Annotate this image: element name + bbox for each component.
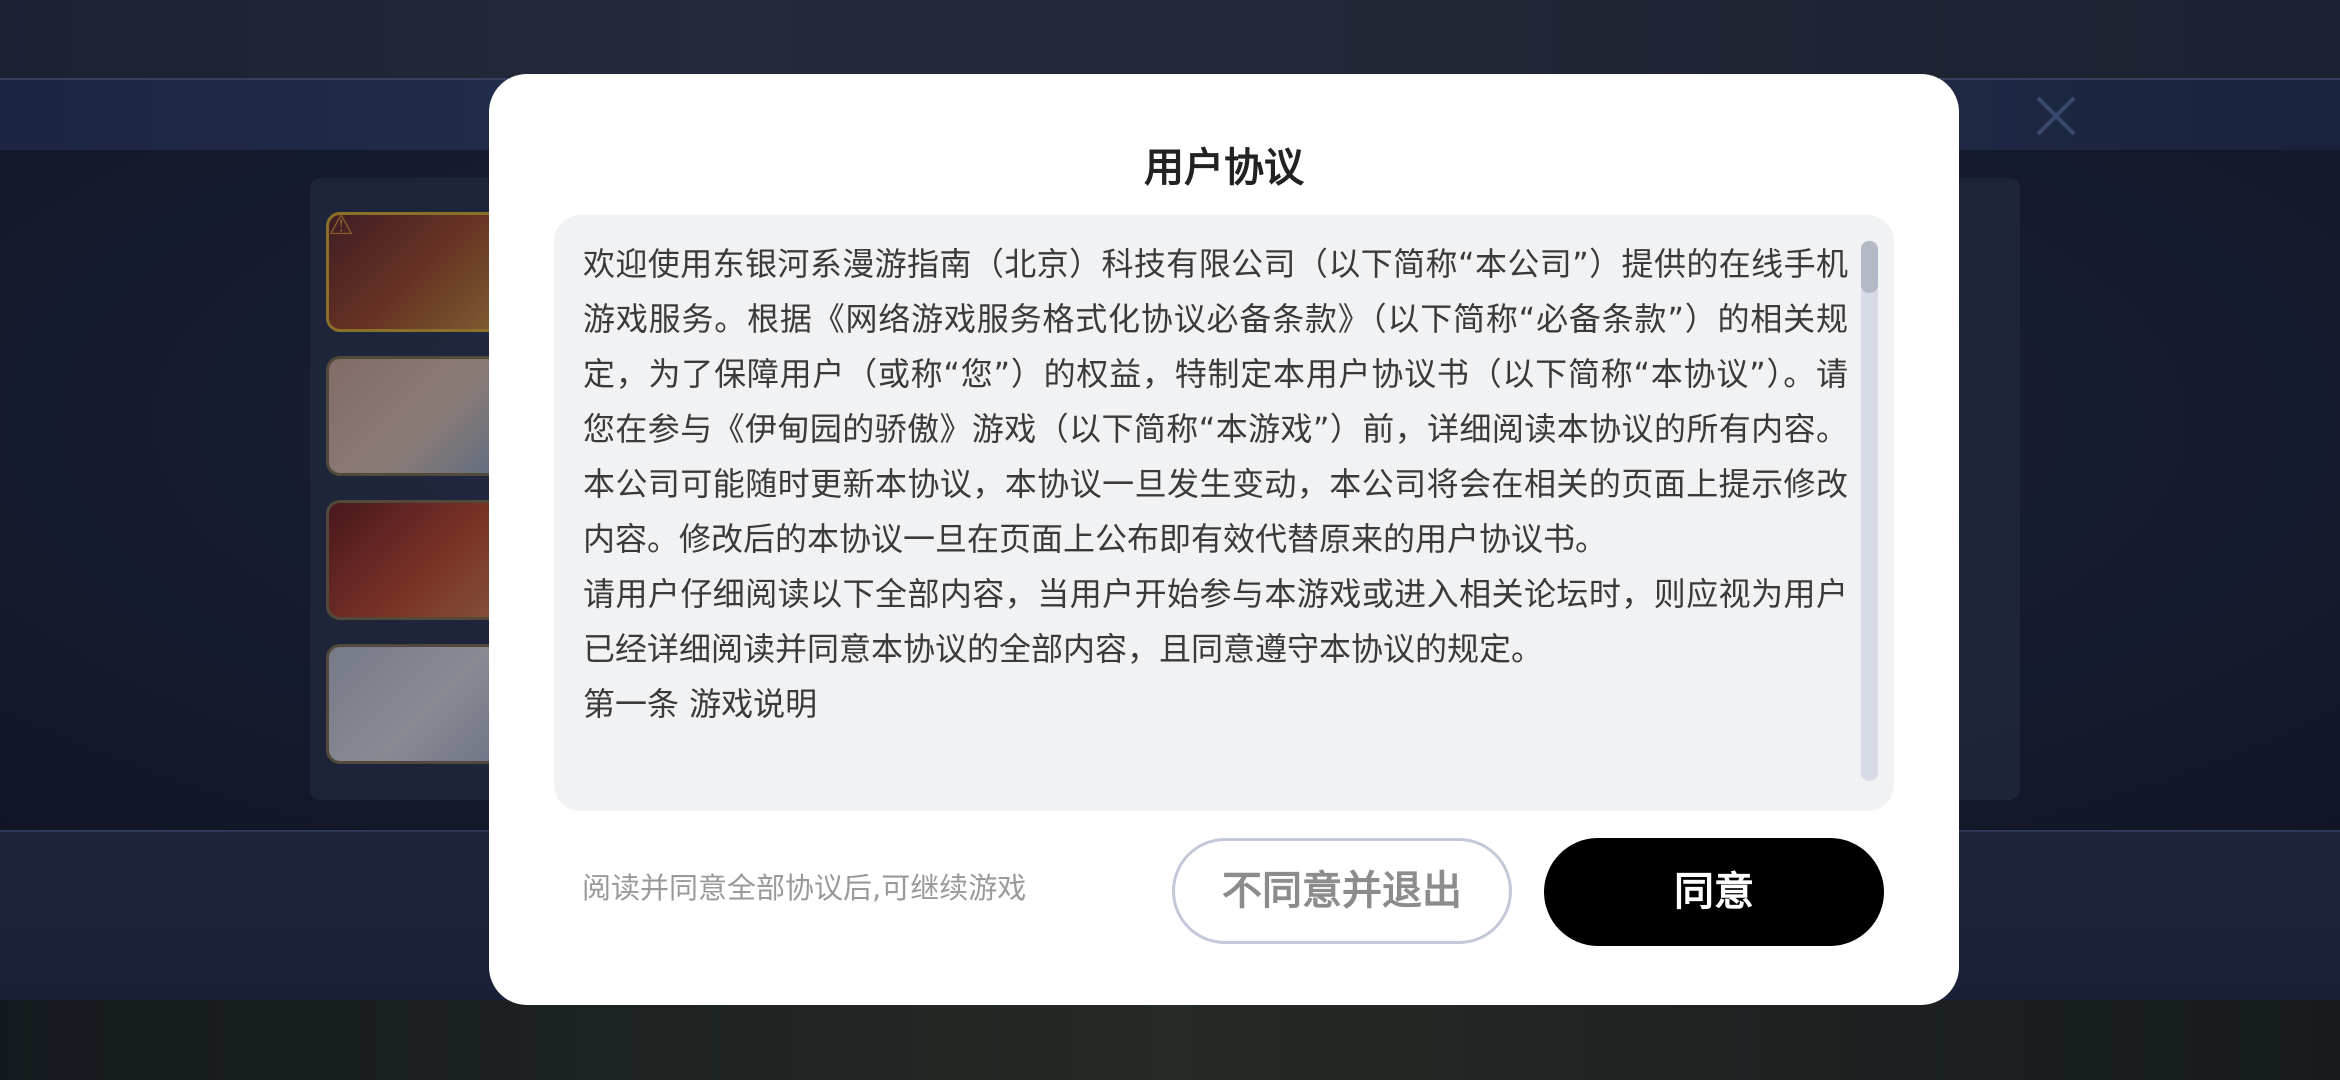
scrollbar-track[interactable] xyxy=(1861,241,1878,781)
disagree-exit-button[interactable]: 不同意并退出 xyxy=(1172,838,1512,944)
agreement-section-heading: 第一条 游戏说明 xyxy=(583,685,818,723)
scrollbar-thumb[interactable] xyxy=(1861,241,1878,293)
continue-hint: 阅读并同意全部协议后,可继续游戏 xyxy=(582,871,1027,905)
agreement-paragraph: 请用户仔细阅读以下全部内容，当用户开始参与本游戏或进入相关论坛时，则应视为用户已… xyxy=(583,575,1848,668)
agreement-text: 欢迎使用东银河系漫游指南（北京）科技有限公司（以下简称“本公司”）提供的在线手机… xyxy=(583,237,1848,732)
user-agreement-dialog: 用户协议 欢迎使用东银河系漫游指南（北京）科技有限公司（以下简称“本公司”）提供… xyxy=(489,74,1959,1005)
agree-button[interactable]: 同意 xyxy=(1544,838,1884,946)
dialog-title: 用户协议 xyxy=(1144,145,1304,191)
agreement-paragraph: 欢迎使用东银河系漫游指南（北京）科技有限公司（以下简称“本公司”）提供的在线手机… xyxy=(583,245,1848,558)
agreement-content[interactable]: 欢迎使用东银河系漫游指南（北京）科技有限公司（以下简称“本公司”）提供的在线手机… xyxy=(554,215,1894,811)
game-screen: ⚠ 用户协议 欢迎使用东银河系漫游指南（北京）科技有限公司（以下简称“本公司”）… xyxy=(0,0,2340,1080)
